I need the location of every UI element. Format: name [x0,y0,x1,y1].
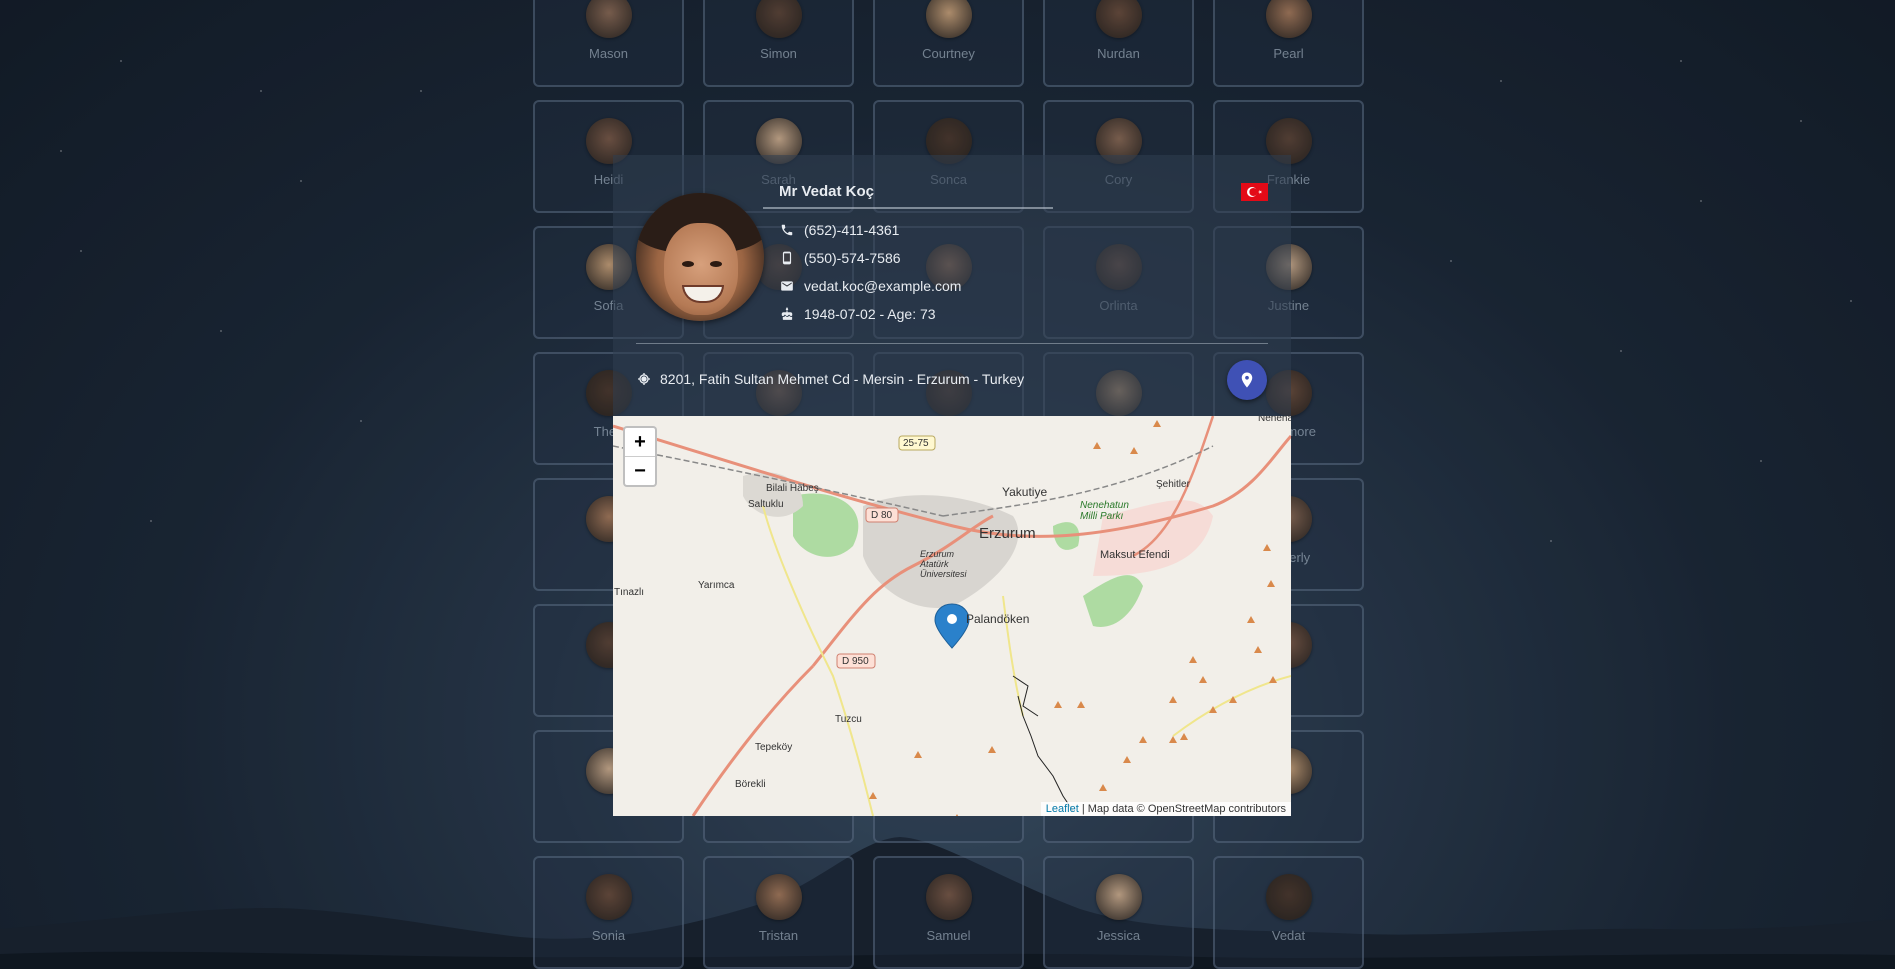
address-row: 8201, Fatih Sultan Mehmet Cd - Mersin - … [636,371,1024,387]
place-tinazli: Tınazlı [614,587,645,598]
email-icon [779,278,795,294]
show-on-map-button[interactable] [1227,360,1267,400]
place-saltuklu: Saltuklu [748,499,784,510]
place-nenehatun: Nenehatun [1258,416,1291,424]
email-text[interactable]: vedat.koc@example.com [804,278,961,294]
name-underline [763,207,1053,209]
place-bilali-habes: Bilali Habeş [766,483,819,494]
phone-icon [779,222,795,238]
road-label-d950: D 950 [842,656,869,667]
place-nenehatun-park: Nenehatun Milli Parkı [1080,500,1129,522]
cell-row: (550)-574-7586 [779,248,901,268]
road-label-25-75: 25-75 [903,438,929,449]
zoom-in-button[interactable]: + [625,428,655,456]
photo-eye-right [710,261,722,267]
place-ataturk-university: Erzurum Atatürk Üniversitesi [920,549,967,579]
zoom-out-button[interactable]: − [625,456,655,485]
turkey-flag-icon [1241,183,1268,201]
phone-row: (652)-411-4361 [779,220,899,240]
place-yakutiye: Yakutiye [1002,485,1048,499]
map-attribution: Leaflet | Map data © OpenStreetMap contr… [1040,802,1291,816]
email-row: vedat.koc@example.com [779,276,961,296]
place-sehitler: Şehitler [1156,479,1190,490]
place-palandoken: Palandöken [966,612,1030,626]
place-yarimca: Yarımca [698,580,735,591]
place-erzurum: Erzurum [979,525,1036,542]
phone-text[interactable]: (652)-411-4361 [804,222,899,238]
profile-name: Mr Vedat Koç [779,183,875,200]
address-text: 8201, Fatih Sultan Mehmet Cd - Mersin - … [660,371,1025,387]
profile-photo [636,193,764,321]
profile-card: Mr Vedat Koç (652)-411-4361 (550)-574-75… [613,155,1291,816]
place-tuzcu: Tuzcu [835,714,862,725]
place-maksut-efendi: Maksut Efendi [1100,549,1170,561]
mobile-phone-icon [779,250,795,266]
location-target-icon [636,371,652,387]
cell-text[interactable]: (550)-574-7586 [804,250,901,266]
birthday-text: 1948-07-02 - Age: 73 [804,306,936,322]
road-label-d80: D 80 [871,510,893,521]
cake-icon [779,306,795,322]
location-map[interactable]: 25-75 D 80 D 950 Erzurum Yakutiye Paland… [613,416,1291,816]
place-tepekoy: Tepeköy [755,742,793,753]
map-pin-icon [1241,372,1253,388]
leaflet-link[interactable]: Leaflet [1046,803,1079,815]
attribution-text: | Map data © OpenStreetMap contributors [1078,803,1286,815]
birthday-row: 1948-07-02 - Age: 73 [779,304,936,324]
photo-eye-left [682,261,694,267]
place-borekli: Börekli [735,779,766,790]
section-divider [636,343,1268,344]
map-tiles [613,416,1291,816]
zoom-control: + − [623,426,657,487]
